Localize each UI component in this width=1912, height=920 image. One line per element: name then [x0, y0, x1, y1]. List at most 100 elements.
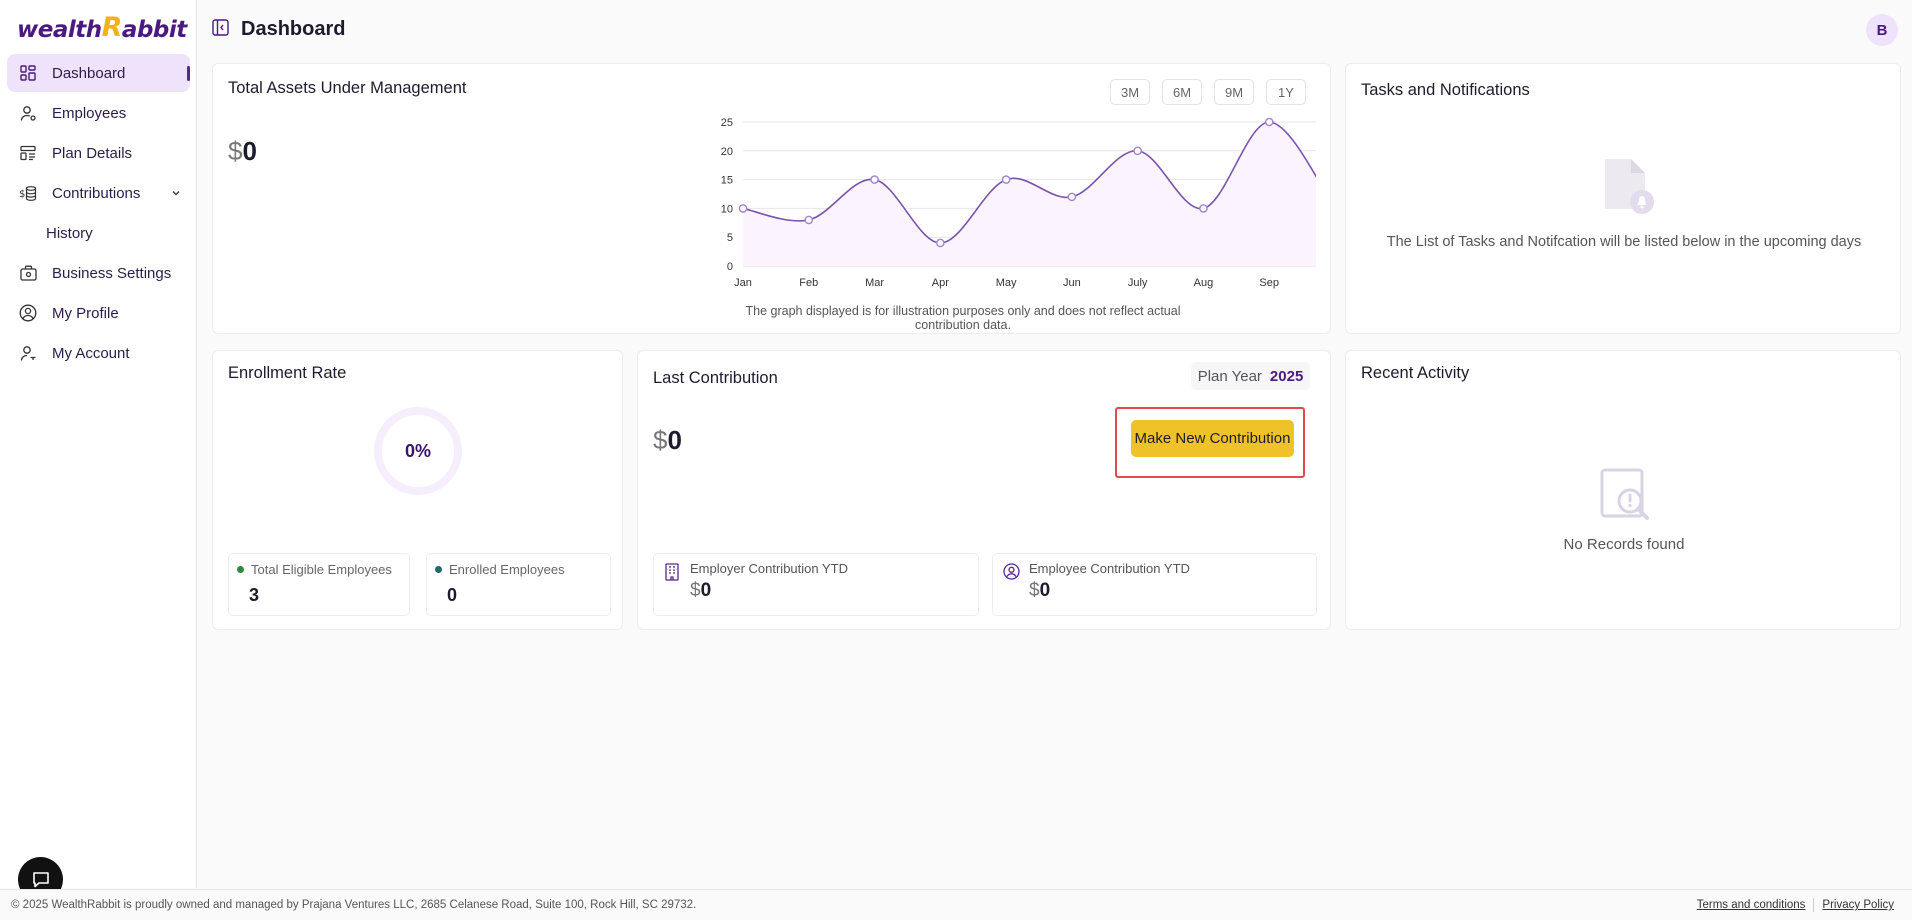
y-tick-label: 15: [721, 175, 733, 187]
stat-value: 3: [249, 585, 260, 605]
plan-year-label: Plan Year: [1197, 367, 1262, 385]
sidebar-item-contributions[interactable]: $ Contributions: [7, 174, 190, 212]
stat-label: Enrolled Employees: [449, 562, 565, 577]
employee-contribution-ytd: Employee Contribution YTD $0: [992, 553, 1317, 616]
employer-contribution-ytd: Employer Contribution YTD $0: [653, 553, 979, 616]
no-records-search-icon: [1598, 467, 1654, 528]
ytd-label: Employer Contribution YTD: [690, 561, 848, 576]
range-button-6m[interactable]: 6M: [1162, 79, 1202, 105]
status-dot: [435, 566, 442, 573]
value-number: 0: [700, 580, 712, 601]
sidebar-item-label: My Account: [52, 344, 130, 362]
x-tick-label: Sep: [1259, 277, 1279, 289]
x-tick-label: Jun: [1063, 277, 1081, 289]
profile-icon: [19, 304, 37, 322]
sidebar-item-label: Dashboard: [52, 64, 126, 82]
stat-label: Total Eligible Employees: [251, 562, 392, 577]
document-notification-icon: [1601, 156, 1659, 221]
top-bar: Dashboard B: [198, 0, 1912, 58]
enrollment-donut: 0%: [373, 406, 463, 496]
currency-symbol: $: [228, 136, 243, 166]
sidebar-item-plan-details[interactable]: Plan Details: [7, 134, 190, 172]
sidebar-item-label: Contributions: [52, 184, 141, 202]
enrollment-card-title: Enrollment Rate: [228, 364, 347, 382]
sidebar-item-label: History: [46, 224, 93, 242]
user-settings-icon: [19, 104, 37, 122]
data-point[interactable]: [1199, 204, 1208, 213]
sidebar-item-label: Business Settings: [52, 264, 172, 282]
sidebar-item-history[interactable]: History: [7, 214, 190, 252]
x-tick-label: Mar: [865, 277, 884, 289]
terms-link[interactable]: Terms and conditions: [1697, 899, 1806, 911]
y-tick-label: 10: [721, 203, 733, 215]
recent-activity-title: Recent Activity: [1361, 364, 1470, 382]
footer-links: Terms and conditions Privacy Policy: [1697, 898, 1894, 912]
x-tick-label: May: [996, 277, 1017, 289]
privacy-link[interactable]: Privacy Policy: [1822, 899, 1894, 911]
status-dot: [237, 566, 244, 573]
tasks-card-title: Tasks and Notifications: [1361, 81, 1530, 99]
sidebar-item-employees[interactable]: Employees: [7, 94, 190, 132]
chart-disclaimer: The graph displayed is for illustration …: [745, 304, 1181, 332]
enrollment-card: Enrollment Rate 0% Total Eligible Employ…: [212, 350, 623, 630]
person-circle-icon: [1003, 563, 1020, 585]
data-point[interactable]: [1264, 117, 1274, 127]
assets-card: Total Assets Under Management $0 3M 6M 9…: [212, 63, 1331, 334]
data-point[interactable]: [1001, 175, 1011, 184]
ytd-label: Employee Contribution YTD: [1029, 561, 1190, 576]
footer-divider: [1813, 898, 1815, 912]
sidebar-collapse-icon[interactable]: [212, 19, 229, 41]
sidebar-item-my-account[interactable]: My Account: [7, 334, 190, 372]
dollar-coins-icon: $: [19, 184, 37, 202]
page-title: Dashboard: [241, 18, 346, 40]
logo-text-r: R: [101, 12, 123, 43]
last-contribution-card: Last Contribution Plan Year 2025 $0 Make…: [637, 350, 1331, 630]
footer: © 2025 WealthRabbit is proudly owned and…: [0, 889, 1912, 920]
data-point[interactable]: [804, 215, 814, 225]
ytd-value: $0: [690, 580, 711, 602]
tasks-empty-text: The List of Tasks and Notifcation will b…: [1386, 234, 1862, 250]
chevron-down-icon[interactable]: [170, 186, 182, 203]
no-records-text: No Records found: [1563, 536, 1685, 553]
ytd-value: $0: [1029, 580, 1050, 602]
footer-copyright: © 2025 WealthRabbit is proudly owned and…: [11, 899, 697, 911]
data-point[interactable]: [870, 175, 879, 184]
plan-year-badge[interactable]: Plan Year 2025: [1191, 362, 1310, 390]
range-selector: 3M 6M 9M 1Y: [1110, 79, 1306, 105]
tasks-card: Tasks and Notifications The List of Task…: [1345, 63, 1901, 334]
range-button-1y[interactable]: 1Y: [1266, 79, 1306, 105]
assets-value: $0: [228, 136, 257, 167]
x-tick-label: Apr: [932, 277, 949, 289]
sidebar-item-label: Plan Details: [52, 144, 133, 162]
sidebar-item-label: Employees: [52, 104, 127, 122]
plan-year-value: 2025: [1269, 367, 1304, 385]
data-point[interactable]: [1067, 192, 1077, 202]
x-tick-label: Feb: [799, 277, 818, 289]
last-contribution-value: $0: [653, 425, 682, 456]
currency-symbol: $: [1029, 580, 1040, 601]
stat-total-eligible: Total Eligible Employees 3: [228, 553, 410, 616]
range-button-9m[interactable]: 9M: [1214, 79, 1254, 105]
svg-text:$: $: [19, 189, 25, 200]
sidebar-item-business-settings[interactable]: Business Settings: [7, 254, 190, 292]
sidebar-item-label: My Profile: [52, 304, 119, 322]
y-tick-label: 25: [721, 117, 733, 129]
assets-card-title: Total Assets Under Management: [228, 79, 467, 97]
data-point[interactable]: [1133, 146, 1142, 156]
sidebar-nav: Dashboard Employees Plan Details $ Contr…: [7, 54, 190, 374]
x-tick-label: Aug: [1194, 277, 1214, 289]
sidebar-item-dashboard[interactable]: Dashboard: [7, 54, 190, 92]
sidebar-item-my-profile[interactable]: My Profile: [7, 294, 190, 332]
make-new-contribution-button[interactable]: Make New Contribution: [1131, 420, 1294, 457]
avatar[interactable]: B: [1866, 14, 1898, 46]
series-area: [743, 122, 1316, 266]
stat-enrolled: Enrolled Employees 0: [426, 553, 611, 616]
value-number: 0: [242, 136, 257, 166]
data-point[interactable]: [738, 204, 748, 213]
brand-logo[interactable]: wealth Rabbit: [17, 12, 187, 43]
account-key-icon: [19, 344, 37, 362]
recent-activity-card: Recent Activity No Records found: [1345, 350, 1901, 630]
data-point[interactable]: [936, 238, 945, 248]
currency-symbol: $: [690, 580, 701, 601]
range-button-3m[interactable]: 3M: [1110, 79, 1150, 105]
